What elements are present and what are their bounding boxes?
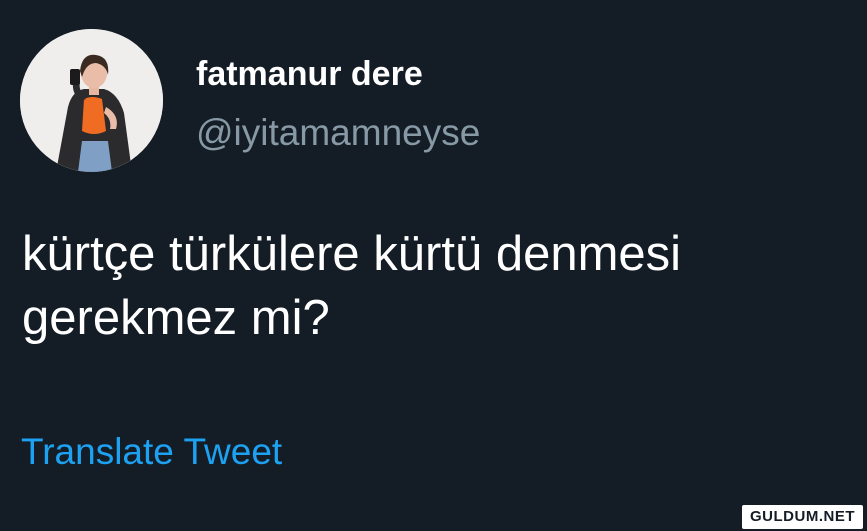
site-watermark: GULDUM.NET xyxy=(742,505,863,529)
avatar-photo xyxy=(20,29,163,172)
translate-tweet-link[interactable]: Translate Tweet xyxy=(21,431,282,473)
user-handle[interactable]: @iyitamamneyse xyxy=(196,112,480,154)
display-name[interactable]: fatmanur dere xyxy=(196,55,423,94)
avatar[interactable] xyxy=(20,29,163,172)
tweet-text: kürtçe türkülere kürtü denmesi gerekmez … xyxy=(22,227,682,345)
